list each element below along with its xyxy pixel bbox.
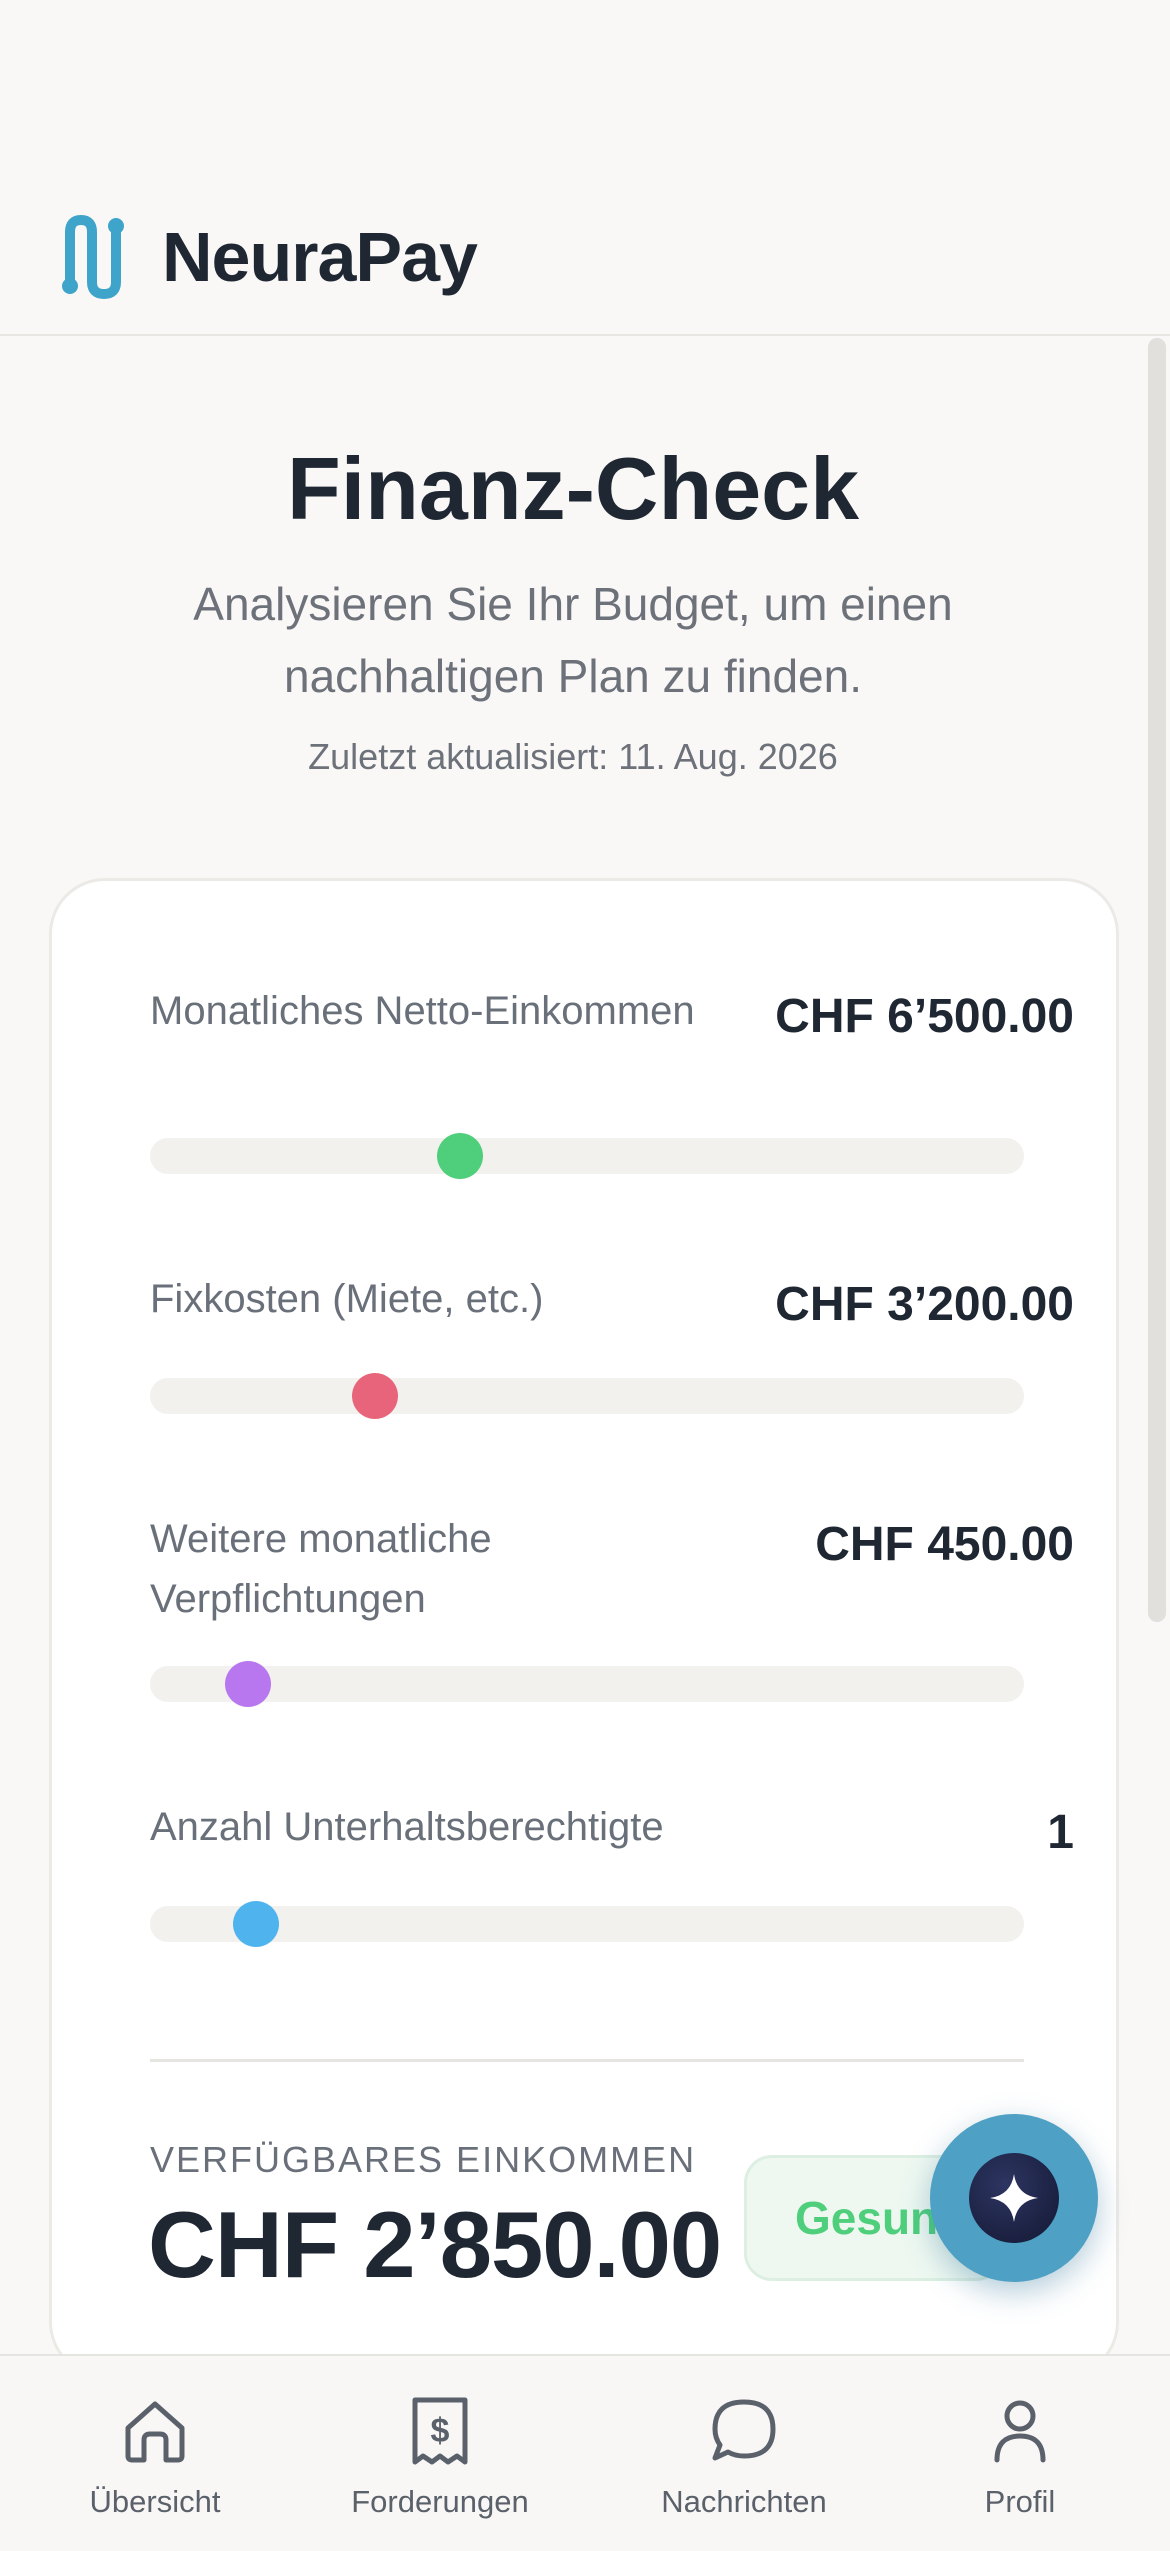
obligations-label: Weitere monatliche Verpflichtungen bbox=[150, 1517, 492, 1621]
neurapay-logo-icon bbox=[62, 215, 124, 299]
income-label: Monatliches Netto-Einkommen bbox=[150, 989, 695, 1033]
dependents-label: Anzahl Unterhaltsberechtigte bbox=[150, 1805, 664, 1849]
nav-label-claims: Forderungen bbox=[351, 2484, 529, 2519]
assistant-fab[interactable] bbox=[930, 2114, 1098, 2282]
fixed-costs-value: CHF 3’200.00 bbox=[775, 1278, 1074, 1331]
nav-label-overview: Übersicht bbox=[89, 2484, 221, 2519]
available-income-label: VERFÜGBARES EINKOMMEN bbox=[150, 2139, 697, 2180]
svg-text:$: $ bbox=[431, 2412, 450, 2450]
dependents-slider[interactable] bbox=[150, 1901, 1024, 1947]
app-logo[interactable]: NeuraPay bbox=[60, 214, 478, 300]
divider bbox=[150, 2059, 1024, 2062]
page-title: Finanz-Check bbox=[286, 439, 860, 538]
obligations-value: CHF 450.00 bbox=[815, 1518, 1074, 1571]
obligations-slider[interactable] bbox=[150, 1661, 1024, 1707]
page-subtitle: Analysieren Sie Ihr Budget, um einen nac… bbox=[193, 578, 953, 702]
fab-core bbox=[969, 2153, 1059, 2243]
income-value: CHF 6’500.00 bbox=[775, 990, 1074, 1043]
available-income-value: CHF 2’850.00 bbox=[148, 2192, 722, 2297]
app-header: NeuraPay bbox=[0, 0, 1170, 336]
nav-item-overview[interactable]: Übersicht bbox=[25, 2396, 285, 2520]
person-icon bbox=[994, 2400, 1046, 2463]
nav-item-messages[interactable]: Nachrichten bbox=[614, 2396, 874, 2520]
dependents-slider-thumb[interactable] bbox=[232, 1901, 279, 1947]
fixed-costs-slider[interactable] bbox=[150, 1373, 1024, 1419]
nav-item-claims[interactable]: $ Forderungen bbox=[310, 2396, 570, 2520]
fixed-costs-label: Fixkosten (Miete, etc.) bbox=[150, 1277, 544, 1321]
sparkle-icon bbox=[990, 2174, 1038, 2222]
finance-check-screen: NeuraPay Finanz-Check Analysieren Sie Ih… bbox=[0, 0, 1170, 2551]
chat-icon bbox=[712, 2399, 776, 2461]
receipt-icon: $ bbox=[412, 2397, 468, 2465]
scrollbar[interactable] bbox=[1148, 338, 1166, 1622]
nav-label-messages: Nachrichten bbox=[661, 2484, 827, 2519]
obligations-slider-thumb[interactable] bbox=[224, 1661, 271, 1707]
income-slider-thumb[interactable] bbox=[437, 1133, 484, 1179]
home-icon bbox=[125, 2401, 185, 2463]
nav-item-profile[interactable]: Profil bbox=[890, 2396, 1150, 2520]
bottom-nav: Übersicht $ Forderungen Nachrichten Prof… bbox=[0, 2354, 1170, 2551]
nav-label-profile: Profil bbox=[984, 2484, 1056, 2519]
fixed-costs-slider-thumb[interactable] bbox=[352, 1373, 399, 1419]
last-updated-text: Zuletzt aktualisiert: 11. Aug. 2026 bbox=[308, 736, 838, 777]
income-slider[interactable] bbox=[150, 1133, 1024, 1179]
app-name: NeuraPay bbox=[162, 218, 478, 296]
dependents-value: 1 bbox=[1047, 1806, 1074, 1859]
